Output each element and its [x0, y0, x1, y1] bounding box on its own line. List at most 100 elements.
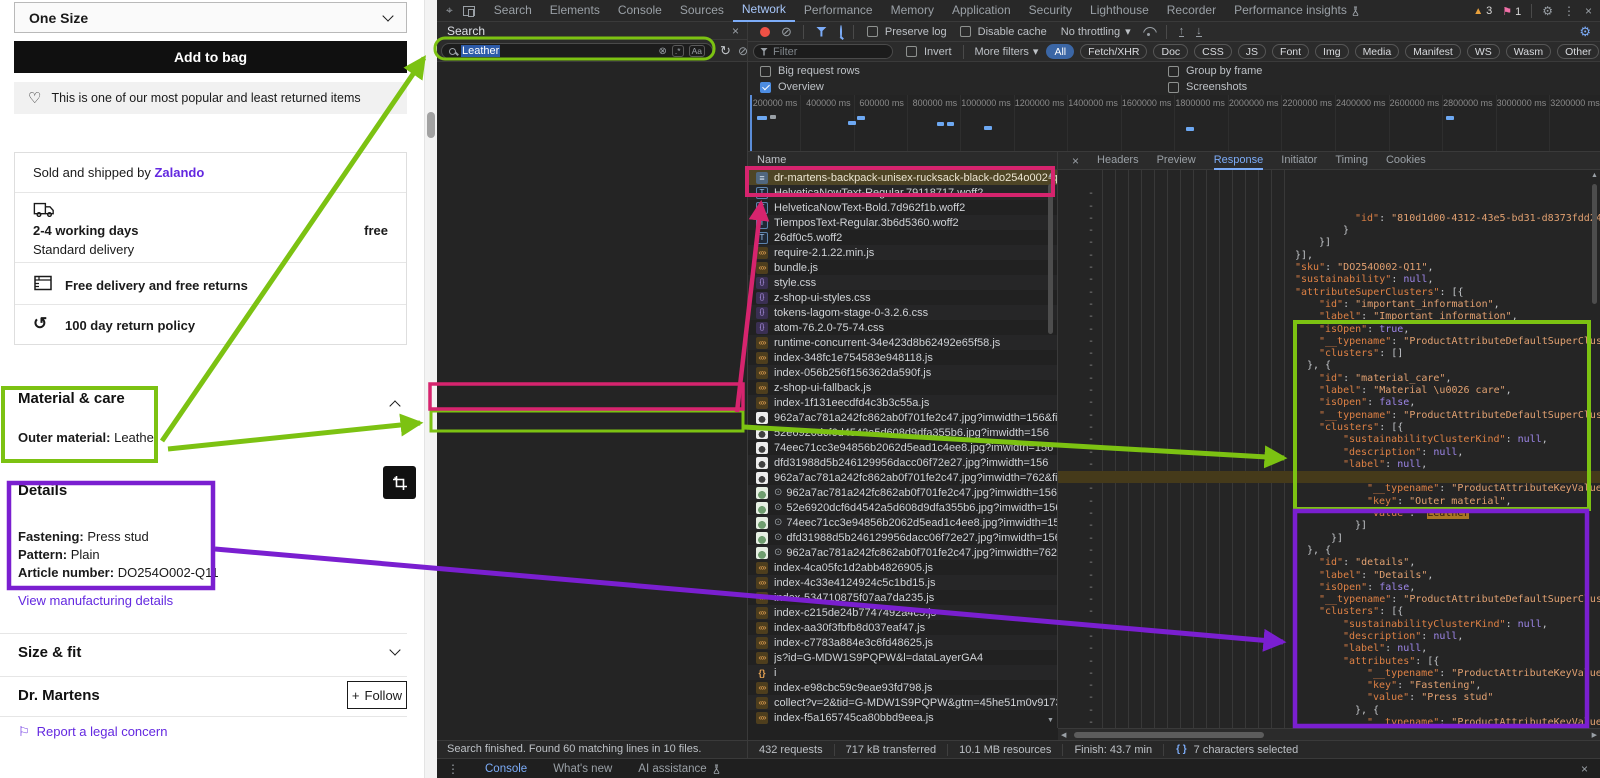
- drawer-kebab-icon[interactable]: ⋮: [447, 762, 459, 776]
- request-row[interactable]: ⊙ index-c215de24b7747492a4c5.js: [748, 605, 1057, 620]
- search-result-row[interactable]: ▾ 263 ...rXL mo6ZnF _7ZONEy" alt="LEATHE…: [437, 546, 747, 560]
- request-row[interactable]: ⊙ runtime-concurrent-34e423d8b62492e65f5…: [748, 335, 1057, 350]
- request-row[interactable]: ⊙ index-f5a165745ca80bbd9eea.js: [748, 710, 1057, 725]
- size-selector[interactable]: One Size: [14, 2, 407, 33]
- network-search-icon[interactable]: [840, 26, 842, 38]
- export-har-icon[interactable]: ↓: [1196, 26, 1202, 37]
- search-result-row[interactable]: ▾ collect — www.zalando.co.uk/api/t/gtm/…: [437, 158, 747, 172]
- scroll-left-icon[interactable]: ◀: [1061, 731, 1066, 739]
- request-row[interactable]: ⊙ bundle.js: [748, 260, 1057, 275]
- network-settings-gear-icon[interactable]: ⚙: [1579, 24, 1591, 40]
- request-row[interactable]: ⊙ 52e6920dcf6d4542a5d608d9dfa355b6.jpg?i…: [748, 425, 1057, 440]
- search-result-row[interactable]: ▾ :path: ...llect?v=2&tid=G-MDW1S9PQPW&g…: [437, 233, 747, 247]
- devtools-tab[interactable]: Elements: [541, 0, 609, 22]
- disable-cache-checkbox[interactable]: Disable cache: [960, 26, 1047, 38]
- requests-scrollbar-thumb[interactable]: [1048, 184, 1053, 334]
- request-row[interactable]: ⊙ HelveticaNowText-Regular.79118717.woff…: [748, 185, 1057, 200]
- devtools-tab[interactable]: Recorder: [1158, 0, 1225, 22]
- request-row[interactable]: ⊙ dfd31988d5b246129956dacc06f72e27.jpg?i…: [748, 530, 1057, 545]
- request-type-chip[interactable]: CSS: [1194, 44, 1232, 59]
- request-row[interactable]: ⊙ 962a7ac781a242fc862ab0f701fe2c47.jpg?i…: [748, 470, 1057, 485]
- search-result-row[interactable]: ▾ collect — www.zalando.co.uk/api/t/gtm/…: [437, 297, 747, 311]
- clear-search-icon[interactable]: ⊘: [738, 44, 748, 58]
- preserve-log-checkbox[interactable]: Preserve log: [867, 26, 947, 38]
- devtools-tab[interactable]: Sources: [671, 0, 733, 22]
- overview-checkbox[interactable]: Overview: [760, 81, 824, 93]
- drawer-tab[interactable]: What's new: [553, 763, 612, 775]
- inspect-icon[interactable]: ⌖: [446, 3, 453, 18]
- refresh-search-icon[interactable]: ↻: [720, 43, 731, 59]
- record-icon[interactable]: [760, 27, 770, 37]
- search-result-row[interactable]: ▾ dr-martens-backpack-unisex-rucksack-bl…: [437, 389, 747, 403]
- request-row[interactable]: ⊙ z-shop-ui-fallback.js: [748, 380, 1057, 395]
- response-body[interactable]: - "id": "810d1d00-4312-43e5-bd31-d8373fd…: [1058, 170, 1600, 728]
- request-row[interactable]: ⊙ js?id=G-MDW1S9PQPW&l=dataLayerGA4: [748, 650, 1057, 665]
- request-row[interactable]: ⊙ index-534710875f07aa7da235.js: [748, 590, 1057, 605]
- search-result-row[interactable]: ▾ :path: ...llect?v=2&tid=G-MDW1S9PQPW&g…: [437, 372, 747, 386]
- clear-network-icon[interactable]: ⊘: [781, 24, 792, 40]
- search-result-row[interactable]: ▾ :path: ...llect?v=2&tid=G-MDW1S9PQPW&g…: [437, 187, 747, 201]
- search-result-row[interactable]: ▾ 279 ...uk/mens-clothing-jackets-leathe…: [437, 673, 747, 687]
- kebab-menu-icon[interactable]: ⋮: [1563, 4, 1575, 18]
- response-tab[interactable]: Response: [1214, 152, 1264, 170]
- search-result-row[interactable]: ▾ 258 ...uery":{"upper_material":"leathe…: [437, 460, 747, 474]
- search-result-row[interactable]: ▾ 280 ...Leather Jackets","text":"Leathe…: [437, 730, 747, 740]
- response-tab[interactable]: Initiator: [1281, 152, 1317, 170]
- search-result-row[interactable]: ▾ 263 ...N9KaA" role="definition">Leathe…: [437, 475, 747, 489]
- screenshot-fab[interactable]: [383, 466, 416, 499]
- drawer-tab[interactable]: AI assistance: [638, 763, 720, 775]
- seller-brand-link[interactable]: Zalando: [154, 165, 204, 180]
- search-result-row[interactable]: ▾ 280 ...uk/mens-clothing-jackets-leathe…: [437, 702, 747, 716]
- request-type-chip[interactable]: WS: [1467, 44, 1500, 59]
- request-row[interactable]: ⊙ index-056b256f156362da590f.js: [748, 365, 1057, 380]
- search-result-row[interactable]: ▾ URL ...ando.co.uk/api/t/gtm/g/collect?…: [437, 126, 747, 140]
- request-row[interactable]: ⊙ tokens-lagom-stage-0-3.2.6.css: [748, 305, 1057, 320]
- request-row[interactable]: ⊙ HelveticaNowText-Bold.7d962f1b.woff2: [748, 200, 1057, 215]
- request-row[interactable]: ⊙ index-348fc1e754583e948118.js: [748, 350, 1057, 365]
- group-by-frame-checkbox[interactable]: Group by frame: [1168, 65, 1262, 77]
- search-result-row[interactable]: ▾ URL ...ando.co.uk/api/t/gtm/g/collect?…: [437, 265, 747, 279]
- response-tab[interactable]: Preview: [1157, 152, 1196, 170]
- request-type-chip[interactable]: Font: [1272, 44, 1309, 59]
- search-result-row[interactable]: ▾ collect — www.zalando.co.uk/api/t/gtm/…: [437, 251, 747, 265]
- filter-funnel-icon[interactable]: [816, 27, 827, 37]
- devtools-tab[interactable]: Search: [485, 0, 541, 22]
- response-tab[interactable]: Cookies: [1386, 152, 1426, 170]
- search-result-row[interactable]: ▾ referer: ...ando.co.uk/rucksacks/?uppe…: [437, 404, 747, 418]
- warnings-badge[interactable]: ▲3: [1473, 5, 1492, 17]
- search-input[interactable]: Leather ⊗ .* Aa: [441, 43, 713, 59]
- response-hscrollbar[interactable]: ◀ ▶: [1058, 728, 1600, 740]
- request-row[interactable]: ⊙ style.css: [748, 275, 1057, 290]
- issues-badge[interactable]: ⚑1: [1502, 5, 1521, 18]
- scroll-down-icon[interactable]: ▼: [1047, 717, 1054, 724]
- response-scrollbar-thumb[interactable]: [1592, 184, 1597, 304]
- invert-checkbox[interactable]: Invert: [906, 46, 952, 58]
- chevron-down-icon[interactable]: [389, 644, 400, 655]
- throttling-dropdown[interactable]: No throttling▾: [1061, 25, 1131, 38]
- request-row[interactable]: ⊙ 74eec71cc3e94856b2062d5ead1c4ee8.jpg?i…: [748, 515, 1057, 530]
- search-result-row[interactable]: ▾ collect — www.zalando.co.uk/api/t/gtm/…: [437, 343, 747, 357]
- request-type-chip[interactable]: Fetch/XHR: [1080, 44, 1147, 59]
- regex-toggle[interactable]: .*: [672, 45, 684, 57]
- big-request-rows-checkbox[interactable]: Big request rows: [760, 65, 860, 77]
- request-row[interactable]: ⊙ i: [748, 665, 1057, 680]
- search-result-row[interactable]: ▾ 263 ...o qXofat EKabf7">7&quot; LEATHE…: [437, 616, 747, 630]
- search-result-row[interactable]: ▾ 263 ...C- r9BRio qXofat EKabf7">LEATHE…: [437, 503, 747, 517]
- search-result-row[interactable]: ▾ URL ...ando.co.uk/api/t/gtm/g/collect?…: [437, 311, 747, 325]
- search-result-row[interactable]: ▾ 88 ...Outer material","value":"Leather…: [437, 418, 747, 432]
- search-result-row[interactable]: ▾ URL ...ando.co.uk/api/t/gtm/g/collect?…: [437, 172, 747, 186]
- search-result-row[interactable]: ▾ 263 ...C- r9BRio qXofat EKabf7">LEATHE…: [437, 645, 747, 659]
- more-filters-dropdown[interactable]: More filters▾: [975, 45, 1039, 58]
- request-type-chip[interactable]: JS: [1238, 44, 1266, 59]
- request-row[interactable]: ⊙ index-4ca05fc1d2abb4826905.js: [748, 560, 1057, 575]
- add-to-bag-button[interactable]: Add to bag: [14, 41, 407, 73]
- search-result-row[interactable]: ▾ URL ...ando.co.uk/api/t/gtm/g/collect?…: [437, 80, 747, 94]
- devtools-tab[interactable]: Memory: [882, 0, 943, 22]
- devtools-tab[interactable]: Console: [609, 0, 671, 22]
- search-result-row[interactable]: ▾ 263 ...o qXofat EKabf7">7&quot; LEATHE…: [437, 588, 747, 602]
- request-row[interactable]: ⊙ 52e6920dcf6d4542a5d608d9dfa355b6.jpg?i…: [748, 500, 1057, 515]
- request-row[interactable]: ⊙ TiemposText-Regular.3b6d5360.woff2: [748, 215, 1057, 230]
- drawer-tab[interactable]: Console: [485, 763, 527, 775]
- devtools-tab[interactable]: Security: [1020, 0, 1081, 22]
- request-row[interactable]: ⊙ z-shop-ui-styles.css: [748, 290, 1057, 305]
